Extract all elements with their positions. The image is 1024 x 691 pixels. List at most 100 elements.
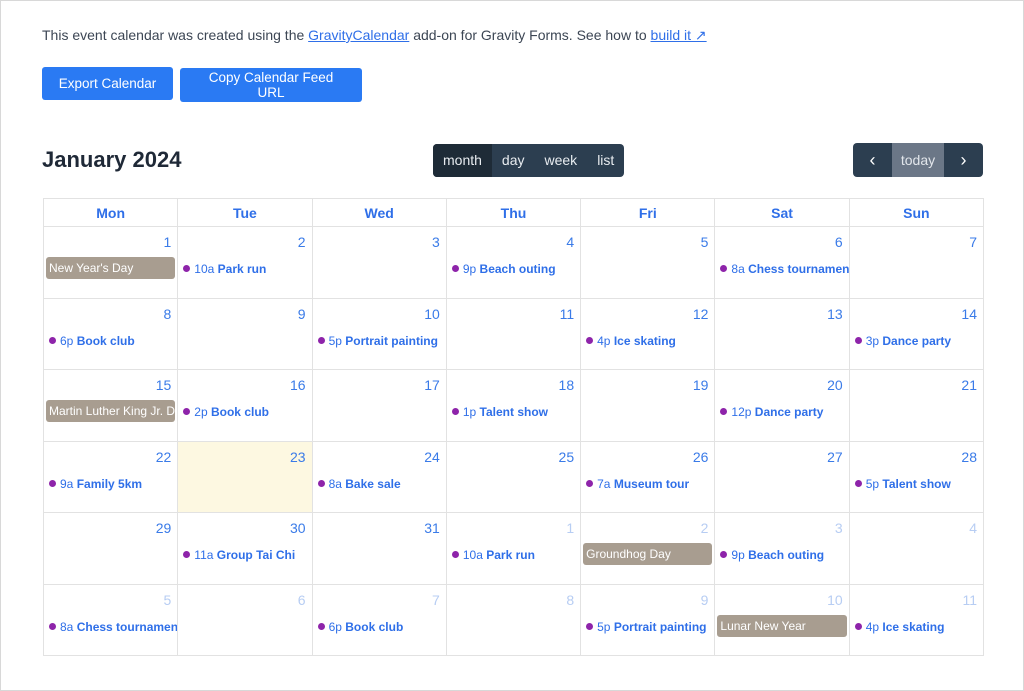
day-cell[interactable]: 1 10a Park run (445, 512, 582, 585)
export-calendar-button[interactable]: Export Calendar (42, 67, 173, 100)
day-cell[interactable]: 13 (714, 297, 850, 370)
day-cell[interactable]: 4 (848, 512, 985, 585)
day-cell[interactable]: 20 12p Dance party (714, 369, 850, 442)
day-cell[interactable]: 31 (311, 512, 447, 585)
calendar-event[interactable]: 11a Group Tai Chi (183, 548, 311, 562)
day-number[interactable]: 25 (559, 449, 575, 465)
calendar-event[interactable]: 4p Ice skating (586, 334, 714, 348)
calendar-event[interactable]: 4p Ice skating (854, 620, 983, 634)
view-list-button[interactable]: list (587, 144, 624, 177)
day-number[interactable]: 29 (156, 520, 172, 536)
day-number[interactable]: 2 (701, 520, 709, 536)
day-number[interactable]: 8 (566, 592, 574, 608)
calendar-event[interactable]: 5p Portrait painting (586, 620, 714, 634)
prev-chevron-icon[interactable]: ‹ (853, 143, 892, 177)
day-cell[interactable]: 14 3p Dance party (848, 297, 985, 370)
day-number[interactable]: 1 (566, 520, 574, 536)
holiday-event[interactable]: Lunar New Year (717, 614, 847, 637)
day-cell[interactable]: 3 (311, 226, 447, 299)
day-number[interactable]: 5 (163, 592, 171, 608)
day-cell[interactable]: 10 Lunar New Year (714, 583, 850, 656)
day-cell[interactable]: 11 4p Ice skating (848, 583, 985, 656)
gravitycalendar-link[interactable]: GravityCalendar (308, 27, 409, 43)
day-cell[interactable]: 8 6p Book club (42, 297, 179, 370)
day-cell[interactable]: 1 New Year's Day (42, 226, 179, 299)
day-cell[interactable]: 15 Martin Luther King Jr. Day (42, 369, 179, 442)
day-number[interactable]: 16 (290, 377, 306, 393)
day-cell[interactable]: 27 (714, 440, 850, 513)
day-cell[interactable]: 10 5p Portrait painting (311, 297, 447, 370)
day-number[interactable]: 7 (969, 234, 977, 250)
day-cell[interactable]: 2 Groundhog Day (580, 512, 716, 585)
day-cell[interactable]: 8 (445, 583, 582, 656)
day-cell[interactable]: 26 7a Museum tour (580, 440, 716, 513)
day-number[interactable]: 3 (432, 234, 440, 250)
calendar-event[interactable]: 8a Chess tournament (49, 620, 177, 634)
day-cell[interactable]: 29 (42, 512, 179, 585)
day-cell[interactable]: 23 (177, 440, 313, 513)
day-cell[interactable]: 11 (445, 297, 582, 370)
day-cell[interactable]: 28 5p Talent show (848, 440, 985, 513)
copy-feed-url-button[interactable]: Copy Calendar Feed URL (180, 68, 362, 102)
day-cell[interactable]: 6 (177, 583, 313, 656)
calendar-event[interactable]: 6p Book club (317, 620, 446, 634)
day-number[interactable]: 4 (566, 234, 574, 250)
day-cell[interactable]: 6 8a Chess tournament (714, 226, 850, 299)
day-cell[interactable]: 25 (445, 440, 582, 513)
day-cell[interactable]: 18 1p Talent show (445, 369, 582, 442)
day-number[interactable]: 17 (424, 377, 440, 393)
day-cell[interactable]: 7 6p Book club (311, 583, 447, 656)
holiday-event[interactable]: Groundhog Day (583, 543, 713, 565)
day-cell[interactable]: 17 (311, 369, 447, 442)
day-number[interactable]: 12 (693, 306, 709, 322)
day-number[interactable]: 15 (156, 377, 172, 393)
day-number[interactable]: 27 (827, 449, 843, 465)
day-number[interactable]: 23 (290, 449, 306, 465)
day-number[interactable]: 21 (961, 377, 977, 393)
day-cell[interactable]: 21 (848, 369, 985, 442)
calendar-event[interactable]: 7a Museum tour (586, 477, 714, 491)
day-number[interactable]: 22 (156, 449, 172, 465)
calendar-event[interactable]: 10a Park run (183, 262, 311, 276)
today-button[interactable]: today (892, 143, 944, 177)
view-month-button[interactable]: month (433, 144, 492, 177)
day-number[interactable]: 20 (827, 377, 843, 393)
calendar-event[interactable]: 5p Talent show (854, 477, 983, 491)
day-cell[interactable]: 7 (848, 226, 985, 299)
day-number[interactable]: 24 (424, 449, 440, 465)
day-number[interactable]: 3 (835, 520, 843, 536)
day-number[interactable]: 30 (290, 520, 306, 536)
calendar-event[interactable]: 8a Chess tournament (720, 262, 849, 276)
day-number[interactable]: 1 (163, 234, 171, 250)
day-number[interactable]: 14 (961, 306, 977, 322)
holiday-event[interactable]: Martin Luther King Jr. Day (46, 400, 176, 422)
calendar-event[interactable]: 3p Dance party (854, 334, 983, 348)
day-cell[interactable]: 5 (580, 226, 716, 299)
calendar-event[interactable]: 2p Book club (183, 405, 311, 419)
day-cell[interactable]: 4 9p Beach outing (445, 226, 582, 299)
day-number[interactable]: 6 (298, 592, 306, 608)
day-cell[interactable]: 24 8a Bake sale (311, 440, 447, 513)
view-day-button[interactable]: day (492, 144, 535, 177)
day-cell[interactable]: 3 9p Beach outing (714, 512, 850, 585)
calendar-event[interactable]: 6p Book club (49, 334, 177, 348)
day-number[interactable]: 6 (835, 234, 843, 250)
day-number[interactable]: 10 (424, 306, 440, 322)
day-cell[interactable]: 9 (177, 297, 313, 370)
day-number[interactable]: 4 (969, 520, 977, 536)
day-number[interactable]: 19 (693, 377, 709, 393)
day-number[interactable]: 13 (827, 306, 843, 322)
calendar-event[interactable]: 8a Bake sale (317, 477, 446, 491)
calendar-event[interactable]: 9p Beach outing (720, 548, 848, 562)
day-cell[interactable]: 19 (580, 369, 716, 442)
day-number[interactable]: 28 (961, 449, 977, 465)
calendar-event[interactable]: 5p Portrait painting (317, 334, 446, 348)
day-number[interactable]: 7 (432, 592, 440, 608)
day-cell[interactable]: 9 5p Portrait painting (580, 583, 716, 656)
calendar-event[interactable]: 9p Beach outing (451, 262, 580, 276)
day-number[interactable]: 8 (163, 306, 171, 322)
day-cell[interactable]: 16 2p Book club (177, 369, 313, 442)
day-number[interactable]: 2 (298, 234, 306, 250)
calendar-event[interactable]: 1p Talent show (451, 405, 580, 419)
day-cell[interactable]: 22 9a Family 5km (42, 440, 179, 513)
